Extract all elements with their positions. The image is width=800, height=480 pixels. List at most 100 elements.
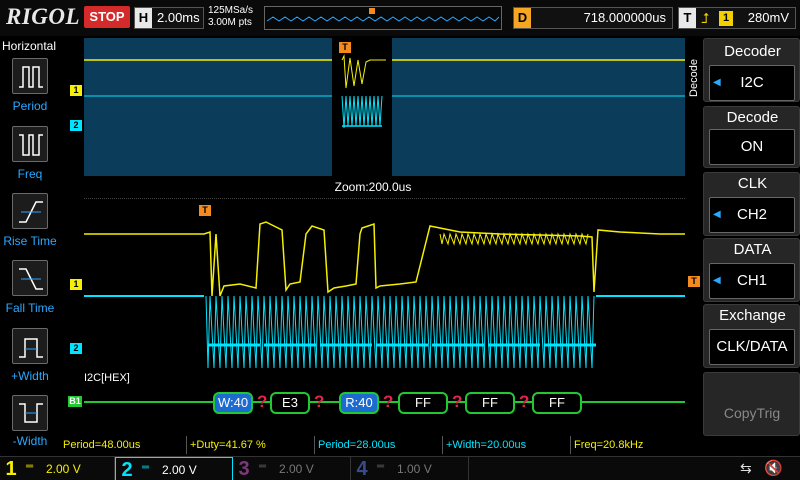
timebase-letter: H (135, 8, 152, 28)
channel-scale: 2.00 V (46, 462, 81, 476)
timebase-value: 2.00ms (157, 10, 200, 25)
timebase-readout[interactable]: H 2.00ms (134, 7, 204, 29)
decode-value: ON (709, 129, 795, 165)
trigger-readout[interactable]: T ⮥ 1 280mV (678, 7, 796, 29)
exchange-title: Exchange (719, 307, 786, 324)
frequency-icon (19, 134, 43, 156)
packet-read-address[interactable]: R:40 (339, 392, 379, 414)
trigger-level-marker[interactable]: T (688, 276, 700, 287)
channel-number: 4 (356, 458, 368, 480)
measurement-item[interactable]: Freq=20.8kHz (570, 436, 686, 454)
channel-2-status[interactable]: 2 ═ 2.00 V (115, 457, 233, 480)
period-label: Period (12, 99, 48, 113)
bus-marker[interactable]: B1 (68, 396, 82, 407)
positive-width-label: +Width (11, 369, 49, 383)
overview-trigger-marker: T (339, 42, 351, 53)
trigger-source: 1 (719, 11, 733, 26)
run-stop-button[interactable]: STOP (84, 6, 130, 28)
decode-title: Decode (726, 109, 779, 126)
period-button[interactable] (12, 58, 48, 94)
packet-data[interactable]: FF (398, 392, 448, 414)
waveform-display[interactable]: 1 2 T Zoom:200.0us T 1 2 I2C[HEX] B1 W:4… (60, 38, 686, 436)
measurement-bar: Period=48.00us +Duty=41.67 % Period=28.0… (60, 436, 686, 454)
memory-overview-wave (266, 8, 500, 22)
rise-time-button[interactable] (12, 193, 48, 229)
packet-data[interactable]: FF (465, 392, 515, 414)
nack-mark: ? (257, 392, 268, 411)
exchange-softkey[interactable]: Exchange CLK/DATA (703, 304, 800, 368)
selector-arrow-icon: ◀ (713, 77, 721, 88)
nack-mark: ? (383, 392, 394, 411)
clk-value: ◀ CH2 (709, 197, 795, 233)
nack-mark: ? (519, 392, 530, 411)
channel-scale: 2.00 V (162, 463, 197, 477)
channel-3-status[interactable]: 3 ═ 2.00 V (233, 457, 351, 480)
fall-time-label: Fall Time (5, 301, 55, 315)
decoder-title: Decoder (724, 43, 781, 60)
channel-number: 2 (121, 459, 133, 480)
fall-time-button[interactable] (12, 260, 48, 296)
positive-width-icon (19, 338, 43, 358)
dc-coupling-icon: ═ (377, 461, 385, 472)
decoder-value: ◀ I2C (709, 65, 795, 101)
packet-data[interactable]: E3 (270, 392, 310, 414)
copytrig-softkey[interactable]: CopyTrig (703, 372, 800, 436)
ch1-main-marker[interactable]: 1 (70, 279, 82, 290)
delay-readout[interactable]: D 718.000000us (513, 7, 673, 29)
decode-softkey[interactable]: Decode ON (703, 106, 800, 168)
delay-letter: D (514, 8, 531, 28)
ch2-main-marker[interactable]: 2 (70, 343, 82, 354)
ch2-overview-marker[interactable]: 2 (70, 120, 82, 131)
channel-scale: 2.00 V (279, 462, 314, 476)
clk-softkey[interactable]: CLK ◀ CH2 (703, 172, 800, 236)
bus-label: I2C[HEX] (84, 372, 130, 384)
decode-side-tab-label: Decode (688, 59, 700, 97)
measurement-item[interactable]: +Width=20.00us (442, 436, 570, 454)
exchange-value: CLK/DATA (709, 329, 795, 365)
freq-label: Freq (17, 167, 43, 181)
trigger-level: 280mV (747, 10, 789, 25)
negative-width-label: -Width (12, 434, 48, 448)
selector-arrow-icon: ◀ (713, 209, 721, 220)
packet-data[interactable]: FF (532, 392, 582, 414)
measurement-item[interactable]: Period=48.00us (60, 436, 186, 454)
memory-overview[interactable] (264, 6, 502, 30)
channel-scale: 1.00 V (397, 462, 432, 476)
packet-write-address[interactable]: W:40 (213, 392, 253, 414)
channel-1-status[interactable]: 1 ═ 2.00 V (0, 457, 115, 480)
dc-coupling-icon: ═ (142, 462, 150, 473)
negative-width-button[interactable] (12, 395, 48, 431)
nack-mark: ? (314, 392, 325, 411)
channel-4-status[interactable]: 4 ═ 1.00 V (351, 457, 469, 480)
decoder-softkey[interactable]: Decoder ◀ I2C (703, 38, 800, 102)
acquisition-info: 125MSa/s 3.00M pts (208, 5, 253, 29)
channel-number: 1 (5, 458, 17, 480)
channel-number: 3 (238, 458, 250, 480)
copytrig-label: CopyTrig (709, 393, 795, 433)
measurement-item[interactable]: Period=28.00us (314, 436, 442, 454)
selector-arrow-icon: ◀ (713, 275, 721, 286)
measurement-item[interactable]: +Duty=41.67 % (186, 436, 314, 454)
nack-mark: ? (452, 392, 463, 411)
freq-button[interactable] (12, 126, 48, 162)
main-trigger-marker: T (199, 205, 211, 216)
brand-logo: RIGOL (6, 4, 81, 29)
data-softkey[interactable]: DATA ◀ CH1 (703, 238, 800, 302)
measure-menu-title: Horizontal (2, 39, 57, 53)
trigger-letter: T (679, 8, 696, 28)
ch1-overview-marker[interactable]: 1 (70, 85, 82, 96)
delay-value: 718.000000us (583, 10, 666, 25)
zoom-label: Zoom:200.0us (334, 180, 412, 194)
status-bar: RIGOL STOP H 2.00ms 125MSa/s 3.00M pts D… (0, 0, 800, 36)
trigger-position-marker (369, 8, 375, 14)
decode-side-tab[interactable]: Decode (686, 50, 701, 110)
measure-menu: Horizontal Period Freq Rise Time Fall Ti… (0, 38, 60, 456)
data-value: ◀ CH1 (709, 263, 795, 299)
rise-time-icon (19, 201, 43, 223)
speaker-muted-icon[interactable]: 🔇 (764, 459, 783, 477)
sample-rate: 125MSa/s (208, 5, 254, 16)
rise-time-label: Rise Time (3, 234, 57, 248)
positive-width-button[interactable] (12, 328, 48, 364)
memory-depth: 3.00M pts (208, 17, 252, 28)
usb-icon: ⇆ (740, 460, 752, 476)
